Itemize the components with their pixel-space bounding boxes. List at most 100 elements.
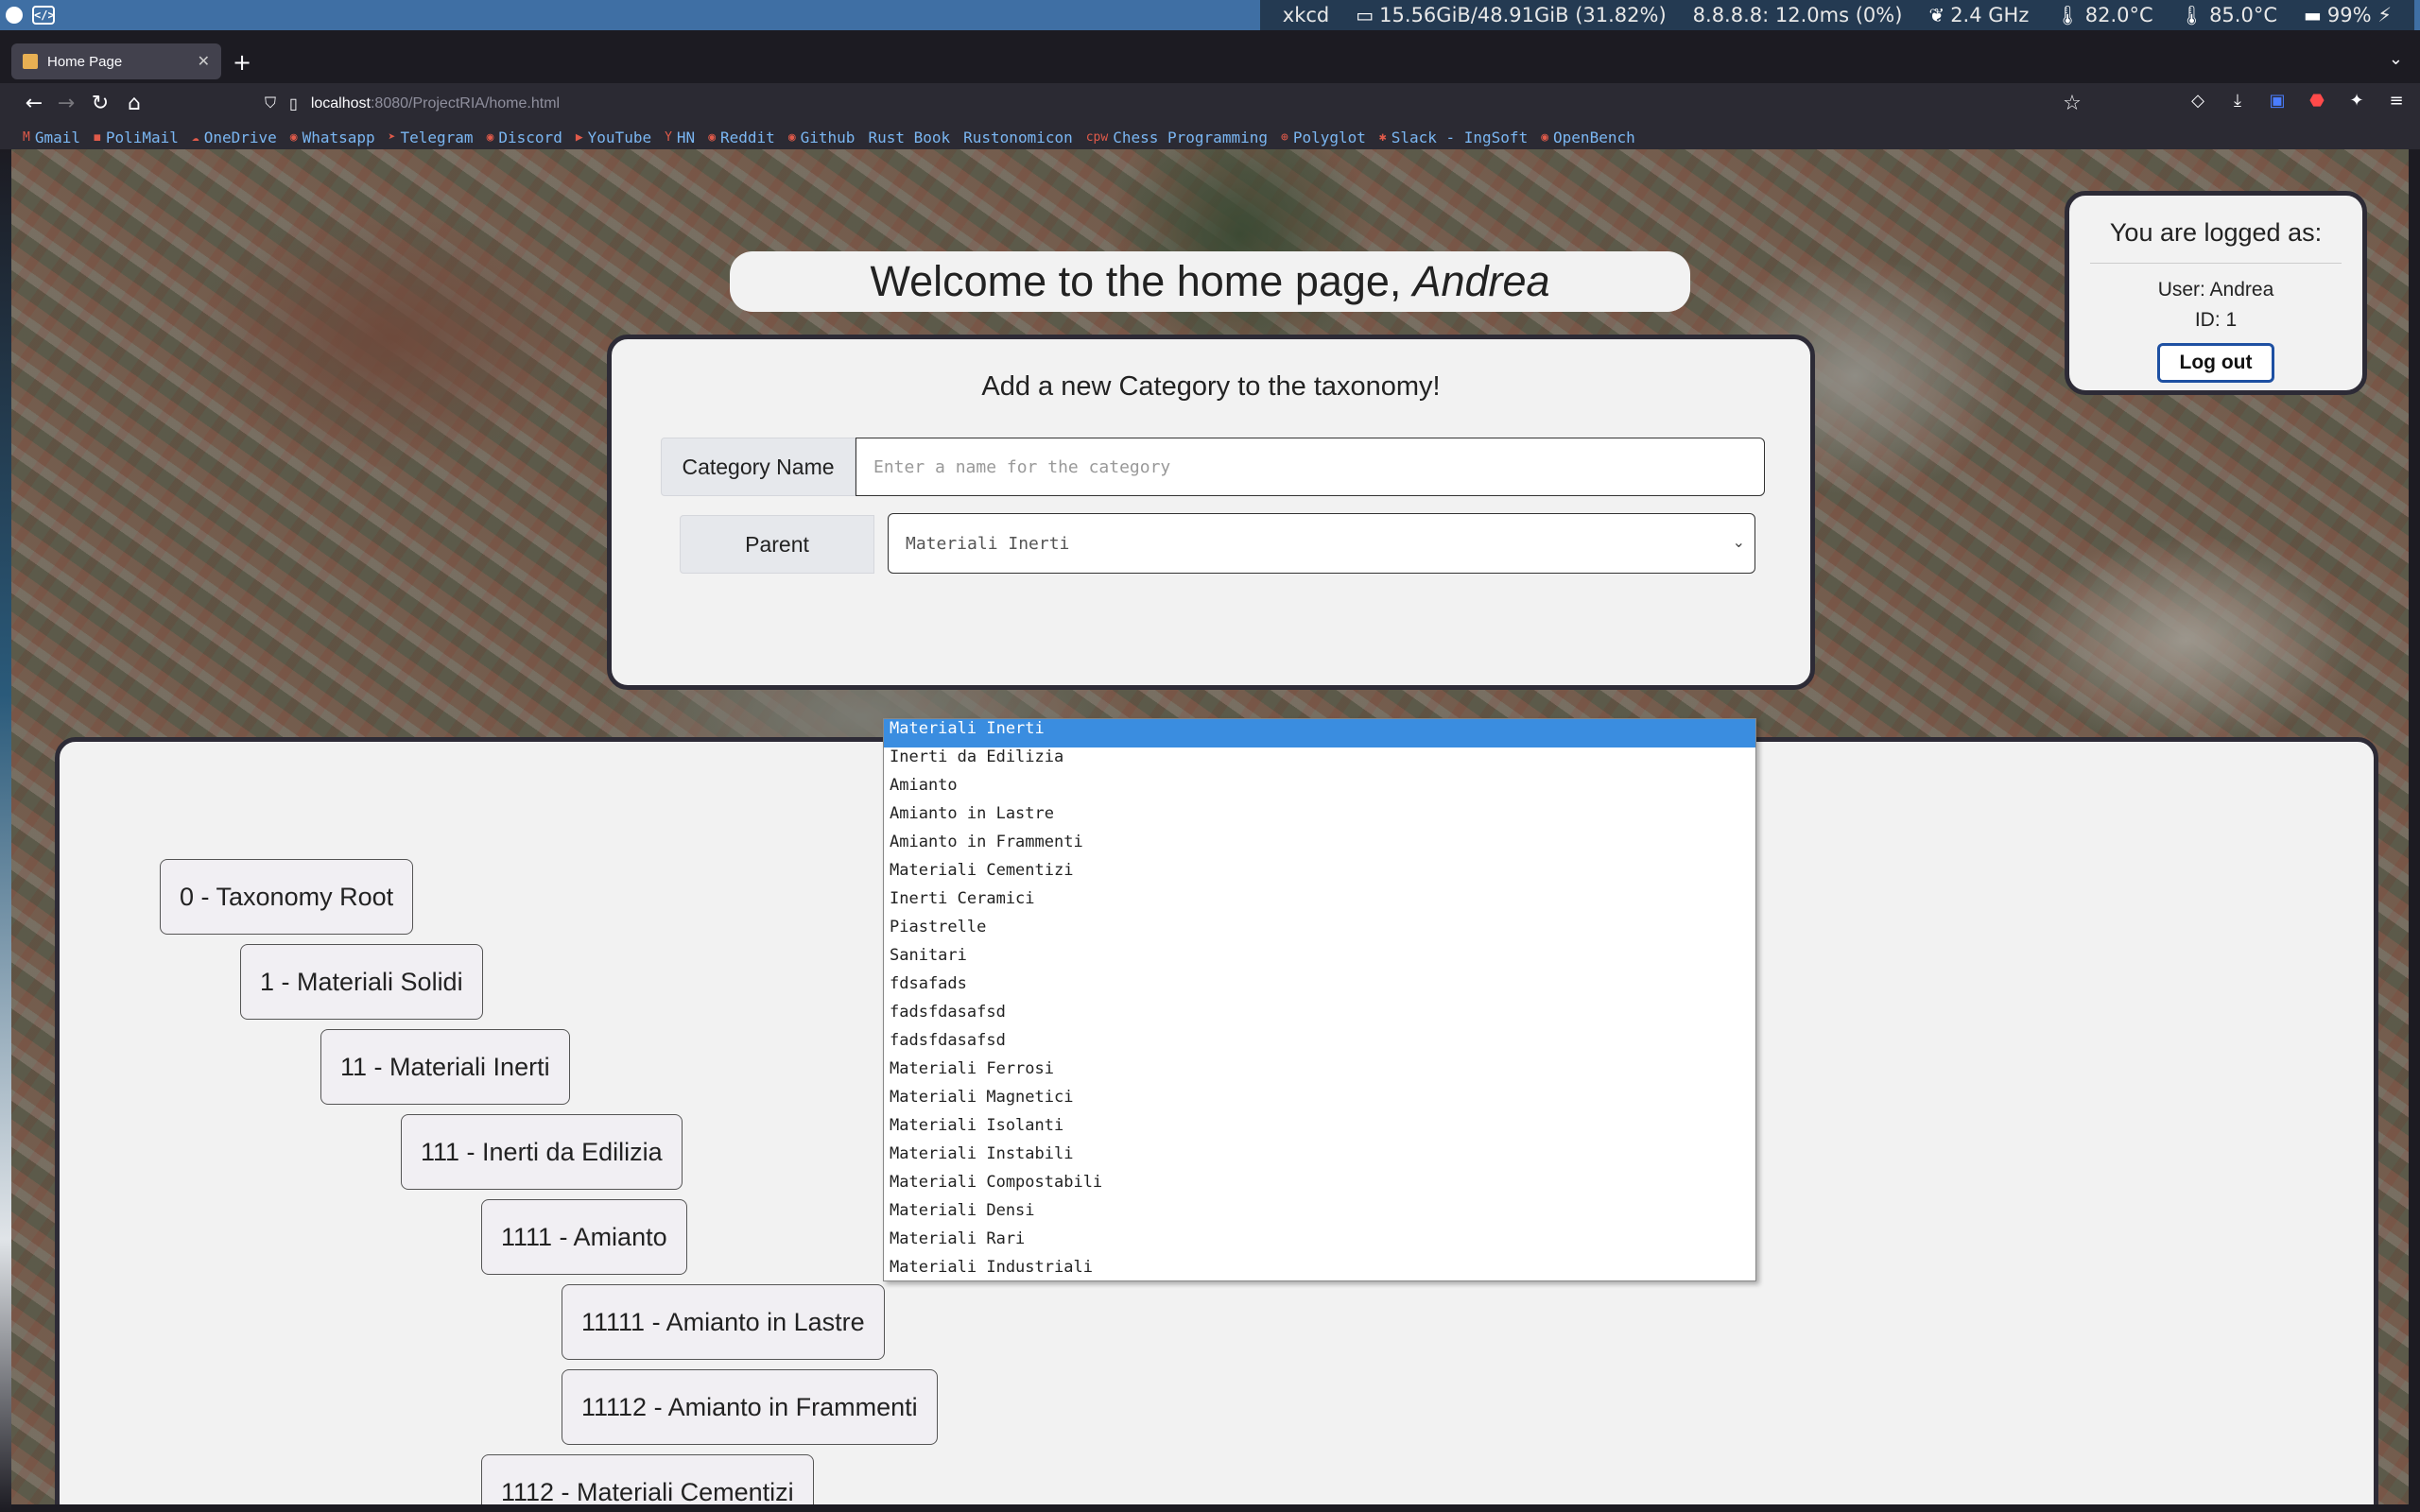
dropdown-option[interactable]: Amianto in Frammenti <box>884 833 1755 861</box>
extensions-icon[interactable]: ✦ <box>2346 91 2367 112</box>
shield-icon[interactable]: ⛉ <box>265 95 276 112</box>
bookmark-hn[interactable]: Y HN <box>665 129 695 146</box>
user-id: ID: 1 <box>2194 309 2238 331</box>
dropdown-option[interactable]: fadsfdasafsd <box>884 1031 1755 1059</box>
bookmark-onedrive[interactable]: ☁ OneDrive <box>192 129 277 146</box>
dropdown-option[interactable]: Materiali Densi <box>884 1201 1755 1229</box>
divider <box>2090 263 2342 264</box>
bookmark-youtube[interactable]: ▶ YouTube <box>576 129 651 146</box>
tree-node[interactable]: 1111 - Amianto <box>481 1199 687 1275</box>
bookmark-openbench[interactable]: ◉ OpenBench <box>1541 129 1635 146</box>
new-tab-icon[interactable]: + <box>233 49 251 76</box>
logout-button[interactable]: Log out <box>2157 343 2274 383</box>
tree-node[interactable]: 111 - Inerti da Edilizia <box>401 1114 683 1190</box>
forward-arrow-icon[interactable]: → <box>53 91 79 117</box>
bookmark-rustonomicon[interactable]: Rustonomicon <box>963 129 1073 146</box>
bookmark-github[interactable]: ◉ Github <box>788 129 856 146</box>
bookmark-label: Reddit <box>720 128 775 146</box>
category-name-input[interactable] <box>856 438 1765 496</box>
user-info-card: You are logged as: User: Andrea ID: 1 Lo… <box>2065 191 2367 395</box>
bookmark-favicon-icon: ⊕ <box>1280 129 1288 145</box>
bookmark-polimail[interactable]: ◼ PoliMail <box>94 129 179 146</box>
tab-favicon-icon <box>23 54 38 69</box>
bookmark-favicon-icon: ◉ <box>1541 129 1549 145</box>
dropdown-option[interactable]: Amianto <box>884 776 1755 804</box>
bookmark-label: Polyglot <box>1292 128 1366 146</box>
bookmark-reddit[interactable]: ◉ Reddit <box>708 129 775 146</box>
tree-node[interactable]: 11111 - Amianto in Lastre <box>562 1284 885 1360</box>
page-info-icon[interactable]: ▯ <box>289 94 298 113</box>
bookmark-telegram[interactable]: ➤ Telegram <box>389 129 474 146</box>
dropdown-option[interactable]: Materiali Industriali <box>884 1258 1755 1280</box>
parent-label: Parent <box>680 515 874 574</box>
dropdown-option[interactable]: Materiali Rari <box>884 1229 1755 1258</box>
bookmark-favicon-icon: ◼ <box>94 129 101 145</box>
bookmark-favicon-icon: ◉ <box>486 129 494 145</box>
dropdown-option[interactable]: fadsfdasafsd <box>884 1003 1755 1031</box>
status-module: ▭ 15.56GiB/48.91GiB (31.82%) <box>1342 4 1679 26</box>
parent-select[interactable]: Materiali Inerti ⌄ <box>888 513 1755 574</box>
dropdown-option[interactable]: Materiali Instabili <box>884 1144 1755 1173</box>
bookmark-whatsapp[interactable]: ◉ Whatsapp <box>290 129 375 146</box>
url-bar[interactable]: ⛉ ▯ localhost:8080/ProjectRIA/home.html <box>265 87 2061 121</box>
extension-blue-icon[interactable]: ▣ <box>2267 91 2288 112</box>
tree-node[interactable]: 11 - Materiali Inerti <box>320 1029 570 1105</box>
system-status-bar: </> xkcd ▭ 15.56GiB/48.91GiB (31.82%) 8.8.8… <box>0 0 2420 30</box>
home-icon[interactable]: ⌂ <box>121 91 147 117</box>
dropdown-option[interactable]: Sanitari <box>884 946 1755 974</box>
dropdown-option[interactable]: Materiali Inerti <box>884 719 1755 747</box>
ublock-icon[interactable]: ⬣ <box>2307 91 2327 112</box>
bookmark-rust-book[interactable]: Rust Book <box>868 129 950 146</box>
dropdown-option[interactable]: fdsafads <box>884 974 1755 1003</box>
back-arrow-icon[interactable]: ← <box>21 91 47 117</box>
tree-node[interactable]: 1112 - Materiali Cementizi <box>481 1454 814 1504</box>
bookmark-slack-ingsoft[interactable]: ✱ Slack - IngSoft <box>1379 129 1528 146</box>
workspace-indicator-icon[interactable] <box>6 7 23 24</box>
bookmark-discord[interactable]: ◉ Discord <box>487 129 562 146</box>
add-category-form: Add a new Category to the taxonomy! Cate… <box>607 335 1815 690</box>
dropdown-option[interactable]: Amianto in Lastre <box>884 804 1755 833</box>
reload-icon[interactable]: ↻ <box>87 91 113 117</box>
close-tab-icon[interactable]: ✕ <box>198 52 210 71</box>
bookmark-favicon-icon: ✱ <box>1378 129 1387 145</box>
toolbar-icons: ◇ ⤓ ▣ ⬣ ✦ ≡ <box>2187 91 2407 112</box>
bookmark-favicon-icon: ➤ <box>388 129 396 145</box>
dropdown-option[interactable]: Piastrelle <box>884 918 1755 946</box>
bookmark-favicon-icon: cpw <box>1085 129 1109 145</box>
status-module: xkcd <box>1270 4 1342 26</box>
bookmark-favicon-icon: ▶ <box>575 129 583 145</box>
dropdown-option[interactable]: Materiali Isolanti <box>884 1116 1755 1144</box>
bookmark-label: Gmail <box>34 128 80 146</box>
tab-home-page[interactable]: Home Page ✕ <box>11 43 221 79</box>
bookmark-gmail[interactable]: M Gmail <box>23 129 80 146</box>
bookmark-label: Chess Programming <box>1113 128 1268 146</box>
bookmark-favicon-icon: ◉ <box>708 129 717 145</box>
tab-list-chevron-icon[interactable]: ⌄ <box>2389 49 2403 69</box>
bookmark-label: HN <box>676 128 696 146</box>
tree-node[interactable]: 1 - Materiali Solidi <box>240 944 483 1020</box>
status-module-icon: 🌡 <box>2179 4 2204 26</box>
status-module: ▬ 99% ⚡ <box>2290 4 2405 26</box>
dropdown-option[interactable]: Inerti Ceramici <box>884 889 1755 918</box>
tab-title: Home Page <box>47 53 123 70</box>
bookmark-star-icon[interactable]: ☆ <box>2059 91 2085 117</box>
downloads-icon[interactable]: ⤓ <box>2227 91 2248 112</box>
bookmark-label: Slack - IngSoft <box>1391 128 1529 146</box>
dropdown-option[interactable]: Materiali Cementizi <box>884 861 1755 889</box>
parent-dropdown-list[interactable]: Materiali Inerti Inerti da Edilizia Amiant… <box>883 718 1756 1281</box>
bookmark-chess-programming[interactable]: cpw Chess Programming <box>1086 129 1268 146</box>
dropdown-option[interactable]: Materiali Compostabili <box>884 1173 1755 1201</box>
tree-node[interactable]: 11112 - Amianto in Frammenti <box>562 1369 938 1445</box>
app-menu-icon[interactable]: ≡ <box>2386 91 2407 112</box>
dropdown-option[interactable]: Inerti da Edilizia <box>884 747 1755 776</box>
bookmark-label: OpenBench <box>1553 128 1635 146</box>
tree-node[interactable]: 0 - Taxonomy Root <box>160 859 414 935</box>
bookmark-favicon-icon: Y <box>665 129 672 145</box>
pocket-icon[interactable]: ◇ <box>2187 91 2208 112</box>
dropdown-option[interactable]: Materiali Magnetici <box>884 1088 1755 1116</box>
status-module-icon: ❦ <box>1928 4 1945 26</box>
bookmark-polyglot[interactable]: ⊕ Polyglot <box>1281 129 1366 146</box>
code-window-icon[interactable]: </> <box>32 6 55 25</box>
status-module-icon: 🌡 <box>2055 4 2080 26</box>
dropdown-option[interactable]: Materiali Ferrosi <box>884 1059 1755 1088</box>
